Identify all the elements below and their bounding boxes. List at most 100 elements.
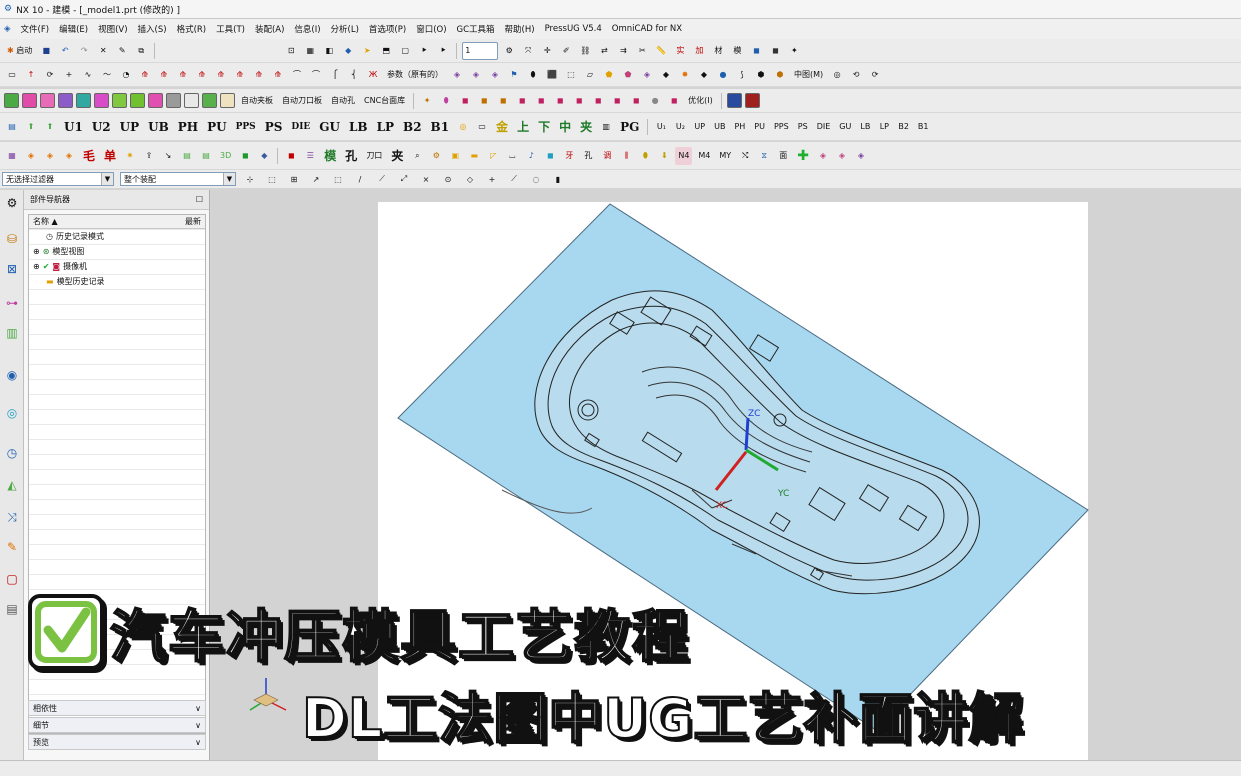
- menu-file[interactable]: 文件(F): [21, 23, 50, 35]
- tag-icon[interactable]: ◸: [485, 147, 501, 165]
- single-button[interactable]: 单: [101, 147, 119, 165]
- red-box-icon[interactable]: ◼: [283, 147, 299, 165]
- ruler-icon[interactable]: ▬: [466, 147, 482, 165]
- search-part-icon[interactable]: ⌕: [409, 147, 425, 165]
- extract-curve-icon[interactable]: ⟰: [213, 66, 229, 84]
- link-icon[interactable]: ⛓: [577, 42, 593, 60]
- pocket-icon[interactable]: ◼: [514, 92, 530, 110]
- tube-icon[interactable]: ⬮: [438, 92, 454, 110]
- auto-clamp-button[interactable]: 自动夹板: [238, 92, 276, 110]
- menu-pressug[interactable]: PressUG V5.4: [545, 24, 602, 34]
- intersect-curve-icon[interactable]: ⟰: [156, 66, 172, 84]
- rotate-icon[interactable]: ⟲: [848, 66, 864, 84]
- b2-alt-icon[interactable]: B2: [895, 118, 912, 136]
- tool-swatch-green2-icon[interactable]: [202, 93, 217, 108]
- stack-icon[interactable]: ☰: [302, 147, 318, 165]
- sphere-icon[interactable]: ●: [715, 66, 731, 84]
- history-icon[interactable]: ◎: [3, 404, 21, 422]
- surface-through-icon[interactable]: ◈: [487, 66, 503, 84]
- menu-omnicad[interactable]: OmniCAD for NX: [612, 24, 682, 34]
- cnc-table-library-button[interactable]: CNC台面库: [361, 92, 408, 110]
- tool-swatch-lime2-icon[interactable]: [130, 93, 145, 108]
- groove-icon[interactable]: ◼: [571, 92, 587, 110]
- knife-icon[interactable]: 刀口: [363, 147, 385, 165]
- blade-icon[interactable]: ⤭: [737, 147, 753, 165]
- tool-swatch-teal-icon[interactable]: [76, 93, 91, 108]
- material-icon[interactable]: 材: [710, 42, 726, 60]
- panel-dependencies[interactable]: 相依性 ∨: [28, 700, 206, 716]
- part-navigator-icon[interactable]: ⊶: [3, 294, 21, 312]
- text-curve-icon[interactable]: Ж: [365, 66, 381, 84]
- line-icon[interactable]: ↑: [23, 66, 39, 84]
- yellow-shape-icon[interactable]: ⬟: [601, 66, 617, 84]
- ring-icon[interactable]: ◎: [455, 118, 471, 136]
- ps-button[interactable]: PS: [262, 118, 286, 136]
- conic-icon[interactable]: ◔: [118, 66, 134, 84]
- blend-edge-icon[interactable]: ●: [647, 92, 663, 110]
- gem-icon[interactable]: ◈: [815, 147, 831, 165]
- start-button[interactable]: ✱ 启动: [4, 42, 35, 60]
- auto-blade-plate-button[interactable]: 自动刀口板: [279, 92, 325, 110]
- cylinder-icon[interactable]: ⬮: [525, 66, 541, 84]
- tree-item-model-views[interactable]: ⊕ ⊛ 模型视图: [29, 244, 205, 259]
- menu-info[interactable]: 信息(I): [294, 23, 320, 35]
- up-alt-icon[interactable]: UP: [691, 118, 708, 136]
- snap-alt-icon[interactable]: ⯈: [435, 42, 451, 60]
- analyze-icon[interactable]: ⟆: [734, 66, 750, 84]
- selection-scope-select[interactable]: 整个装配 ▼: [120, 172, 236, 186]
- gem-third-icon[interactable]: ◈: [853, 147, 869, 165]
- spline-icon[interactable]: ∿: [80, 66, 96, 84]
- highlight-icon[interactable]: ➤: [359, 42, 375, 60]
- rib-icon[interactable]: ◼: [590, 92, 606, 110]
- snap-point-icon[interactable]: +: [484, 170, 500, 188]
- gu-button[interactable]: GU: [316, 118, 343, 136]
- project-curve-icon[interactable]: ⟰: [137, 66, 153, 84]
- pu-button[interactable]: PU: [204, 118, 230, 136]
- block-tool-icon[interactable]: ◈: [61, 147, 77, 165]
- slot-icon[interactable]: ◼: [552, 92, 568, 110]
- layer-select[interactable]: 1: [462, 41, 499, 60]
- ub-button[interactable]: UB: [145, 118, 172, 136]
- tool-swatch-darkblue-icon[interactable]: [726, 93, 742, 108]
- b2-button[interactable]: B2: [400, 118, 425, 136]
- menu-help[interactable]: 帮助(H): [505, 23, 535, 35]
- green-plus-icon[interactable]: ✚: [794, 147, 812, 165]
- auto-tooth-icon[interactable]: 牙: [561, 147, 577, 165]
- tool-swatch-purple-icon[interactable]: [58, 93, 73, 108]
- menu-gc-toolbox[interactable]: GC工具箱: [457, 23, 495, 35]
- cyan-block-icon[interactable]: ◼: [542, 147, 558, 165]
- bridge-curve-icon[interactable]: ⟰: [175, 66, 191, 84]
- assembly-navigator-icon[interactable]: ⛁: [3, 230, 21, 248]
- snap-bar-icon[interactable]: ▮: [550, 170, 566, 188]
- trim-icon[interactable]: ⌴: [504, 147, 520, 165]
- select-face-icon[interactable]: ⬚: [330, 170, 346, 188]
- pu-alt-icon[interactable]: PU: [751, 118, 768, 136]
- chamfer-icon[interactable]: ◼: [666, 92, 682, 110]
- snap-onCurve-icon[interactable]: ⟋: [506, 170, 522, 188]
- lower-button[interactable]: 下: [535, 118, 553, 136]
- lb-alt-icon[interactable]: LB: [857, 118, 873, 136]
- wcs-icon[interactable]: ⬒: [378, 42, 394, 60]
- point-icon[interactable]: ✛: [539, 42, 555, 60]
- clock-icon[interactable]: ◷: [3, 444, 21, 462]
- chat-icon[interactable]: ▱: [582, 66, 598, 84]
- offset-icon[interactable]: ⇉: [615, 42, 631, 60]
- tree-item-history-mode[interactable]: ◷ 历史记录模式: [29, 229, 205, 244]
- lp-alt-icon[interactable]: LP: [876, 118, 892, 136]
- color-box-icon[interactable]: ▢: [397, 42, 413, 60]
- menu-window[interactable]: 窗口(O): [416, 23, 446, 35]
- surface-edit-icon[interactable]: ◈: [639, 66, 655, 84]
- menu-preferences[interactable]: 首选项(P): [369, 23, 406, 35]
- grid-icon[interactable]: ▦: [302, 42, 318, 60]
- gu-alt-icon[interactable]: GU: [836, 118, 854, 136]
- auto-hole-button[interactable]: 自动孔: [328, 92, 358, 110]
- material-library-icon[interactable]: ▤: [4, 118, 20, 136]
- tool-swatch-lime-icon[interactable]: [112, 93, 127, 108]
- pin-icon[interactable]: ⬇: [656, 147, 672, 165]
- hole-button[interactable]: 孔: [342, 147, 360, 165]
- boss-icon[interactable]: ◼: [495, 92, 511, 110]
- menu-analysis[interactable]: 分析(L): [331, 23, 359, 35]
- hole-feature-icon[interactable]: ◼: [476, 92, 492, 110]
- snap-midpoint-icon[interactable]: ⟋: [374, 170, 390, 188]
- punch-icon[interactable]: ⬆: [23, 118, 39, 136]
